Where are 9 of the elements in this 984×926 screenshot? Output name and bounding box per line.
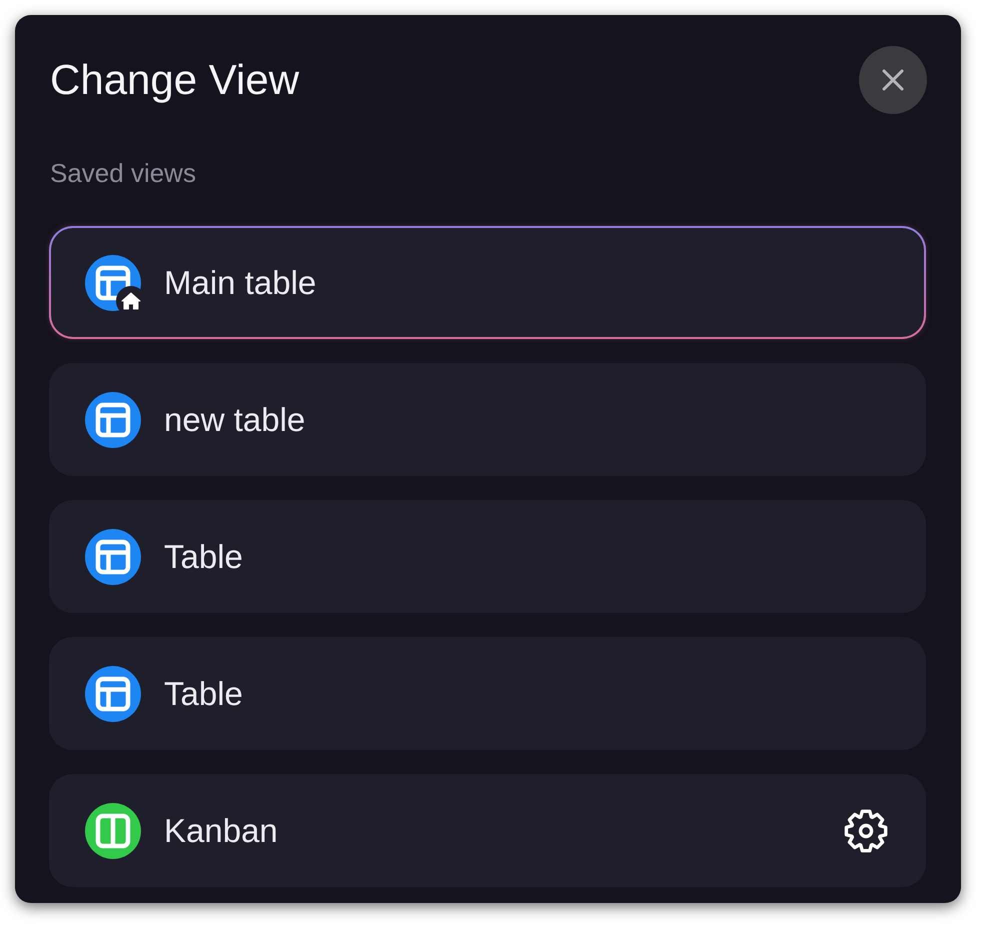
dialog-title: Change View (50, 55, 300, 105)
settings-icon[interactable] (842, 806, 890, 854)
section-label: Saved views (50, 158, 197, 189)
view-option[interactable]: new table (49, 363, 926, 476)
view-option[interactable]: Kanban (49, 774, 926, 887)
view-option[interactable]: Table (49, 637, 926, 750)
view-option[interactable]: Main table (49, 226, 926, 339)
close-icon (882, 69, 904, 91)
view-option[interactable]: Table (49, 500, 926, 613)
